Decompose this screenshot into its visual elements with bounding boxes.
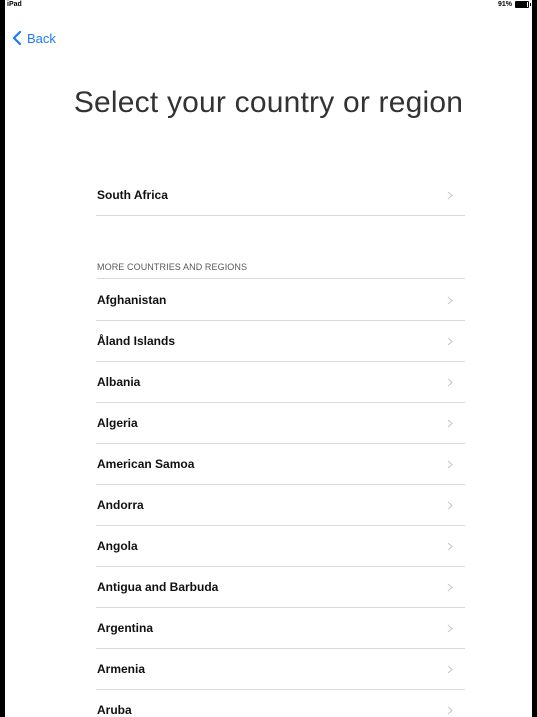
chevron-right-icon	[447, 542, 453, 550]
country-row[interactable]: Åland Islands	[96, 321, 465, 362]
country-label: Algeria	[97, 416, 138, 430]
country-row[interactable]: Aruba	[96, 690, 465, 717]
country-row[interactable]: Andorra	[96, 485, 465, 526]
country-row[interactable]: Argentina	[96, 608, 465, 649]
chevron-right-icon	[447, 460, 453, 468]
chevron-right-icon	[447, 665, 453, 673]
back-button[interactable]: Back	[12, 29, 56, 47]
country-label: Aruba	[97, 703, 132, 717]
country-label: Albania	[97, 375, 141, 389]
chevron-right-icon	[447, 624, 453, 632]
country-row[interactable]: Antigua and Barbuda	[96, 567, 465, 608]
page-title: Select your country or region	[73, 86, 464, 119]
chevron-right-icon	[447, 378, 453, 386]
country-label: American Samoa	[97, 457, 195, 471]
chevron-right-icon	[447, 419, 453, 427]
chevron-left-icon	[12, 31, 22, 45]
battery-percent: 91%	[497, 1, 512, 8]
country-label: Antigua and Barbuda	[97, 580, 219, 594]
suggested-country-label: South Africa	[97, 188, 168, 202]
device-name: iPad	[7, 1, 22, 8]
chevron-right-icon	[447, 337, 453, 345]
setup-screen: iPad 91% Back Select your country or reg…	[5, 0, 532, 717]
status-right: 91%	[497, 1, 531, 8]
chevron-right-icon	[447, 501, 453, 509]
chevron-right-icon	[447, 296, 453, 304]
chevron-right-icon	[447, 583, 453, 591]
status-bar: iPad 91%	[5, 0, 532, 12]
country-label: Argentina	[97, 621, 154, 635]
country-list: Afghanistan Åland Islands Albania Algeria Am…	[5, 280, 532, 717]
chevron-right-icon	[447, 191, 453, 199]
chevron-right-icon	[447, 706, 453, 714]
country-row[interactable]: Algeria	[96, 403, 465, 444]
country-row[interactable]: Angola	[96, 526, 465, 567]
country-row[interactable]: American Samoa	[96, 444, 465, 485]
country-label: Angola	[97, 539, 138, 553]
country-row[interactable]: Albania	[96, 362, 465, 403]
country-label: Andorra	[97, 498, 144, 512]
back-label: Back	[27, 30, 56, 46]
country-label: Åland Islands	[97, 334, 176, 348]
country-label: Armenia	[97, 662, 146, 676]
country-label: Afghanistan	[97, 293, 167, 307]
suggested-country-row[interactable]: South Africa	[96, 175, 465, 216]
country-row[interactable]: Afghanistan	[96, 280, 465, 321]
battery-icon	[515, 1, 531, 8]
section-header: MORE COUNTRIES AND REGIONS	[97, 262, 465, 279]
country-row[interactable]: Armenia	[96, 649, 465, 690]
